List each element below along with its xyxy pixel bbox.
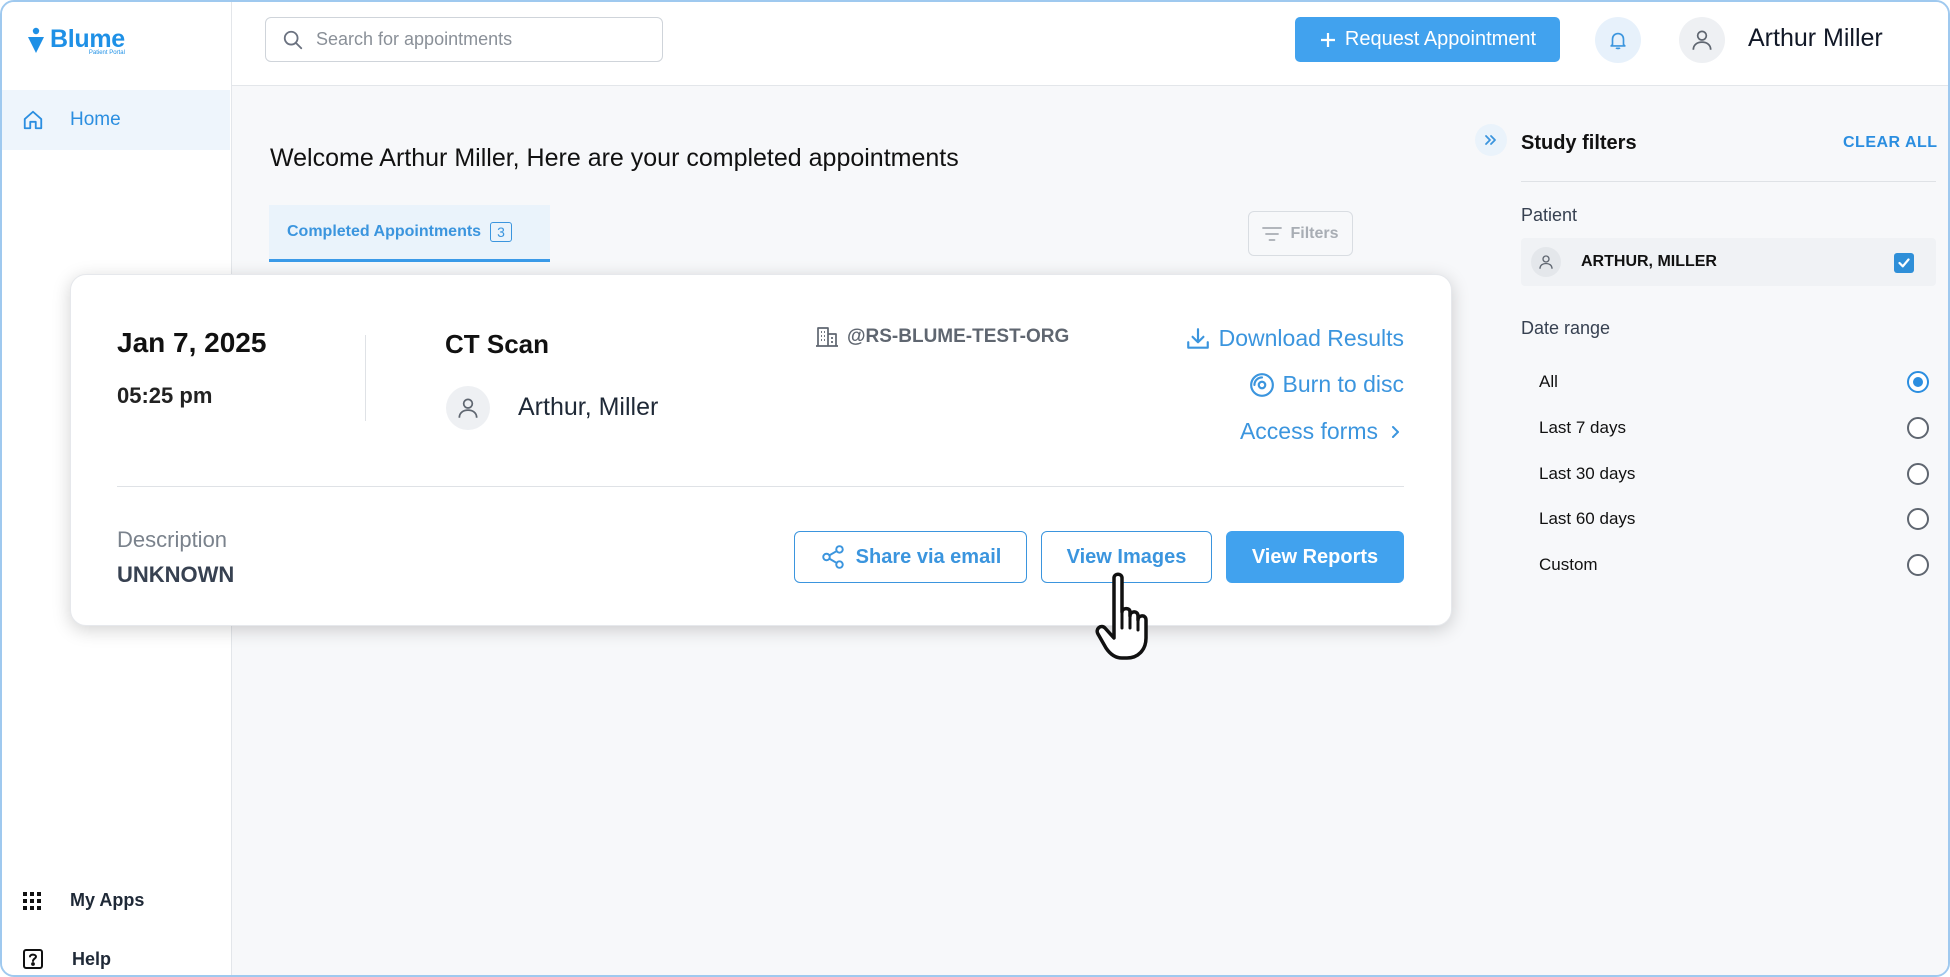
study-filters-title: Study filters: [1521, 132, 1637, 154]
access-forms-link[interactable]: Access forms: [1240, 418, 1404, 445]
date-range-label: Date range: [1521, 318, 1611, 338]
user-icon: [458, 398, 478, 418]
collapse-panel-button[interactable]: [1475, 124, 1507, 156]
patient-avatar: [1531, 247, 1561, 277]
search-icon: [283, 30, 303, 49]
date-option-label: Last 30 days: [1539, 464, 1636, 483]
access-forms-label: Access forms: [1239, 418, 1378, 444]
date-option-label: All: [1539, 372, 1558, 391]
radio-button[interactable]: [1907, 508, 1929, 530]
tab-label: Completed Appointments: [287, 223, 482, 240]
user-avatar[interactable]: [1679, 17, 1725, 63]
divider: [117, 486, 1404, 487]
tab-count-badge: 3: [490, 222, 512, 242]
filter-icon: [1262, 226, 1283, 241]
date-option-label: Last 60 days: [1539, 509, 1636, 528]
view-reports-button[interactable]: View Reports: [1226, 531, 1404, 583]
bell-icon: [1610, 32, 1626, 50]
date-option-custom[interactable]: Custom: [1539, 551, 1929, 579]
sidebar-item-my-apps[interactable]: My Apps: [22, 890, 144, 911]
share-via-email-button[interactable]: Share via email: [794, 531, 1027, 583]
building-icon: [816, 327, 838, 347]
date-option-last-7-days[interactable]: Last 7 days: [1539, 414, 1929, 442]
radio-button[interactable]: [1907, 554, 1929, 576]
home-icon: [23, 110, 43, 130]
burn-to-disc-label: Burn to disc: [1282, 371, 1404, 397]
date-option-label: Custom: [1539, 555, 1598, 574]
app-window: Blume Patient Portal Home My Apps Help S…: [0, 0, 1950, 977]
filters-label: Filters: [1290, 224, 1339, 242]
check-icon: [1898, 258, 1910, 268]
appointment-date: Jan 7, 2025: [117, 327, 267, 358]
appointment-card: Jan 7, 2025 05:25 pm CT Scan Arthur, Mil…: [70, 274, 1452, 626]
appointment-time: 05:25 pm: [117, 383, 213, 408]
blume-logo-icon: [28, 27, 44, 53]
sidebar-item-label: Help: [72, 948, 112, 969]
sidebar-item-label: Home: [70, 109, 121, 130]
date-option-all[interactable]: All: [1539, 368, 1929, 396]
patient-section-label: Patient: [1521, 205, 1578, 225]
top-bar: Request Appointment Arthur Miller: [232, 2, 1948, 86]
request-appointment-label: Request Appointment: [1344, 28, 1537, 50]
radio-button[interactable]: [1907, 417, 1929, 439]
sidebar-item-help[interactable]: Help: [22, 948, 111, 970]
chevron-right-icon: [1392, 425, 1399, 438]
date-option-label: Last 7 days: [1539, 418, 1626, 437]
app-subtitle: Patient Portal: [88, 50, 125, 56]
help-icon: [23, 949, 43, 969]
divider: [1521, 181, 1936, 182]
download-icon: [1186, 327, 1209, 349]
view-reports-label: View Reports: [1251, 545, 1379, 568]
search-box[interactable]: [265, 17, 663, 62]
logo: Blume Patient Portal: [26, 26, 125, 56]
sidebar-item-home[interactable]: Home: [2, 90, 230, 150]
description-value: UNKNOWN: [117, 562, 235, 587]
download-results-label: Download Results: [1218, 325, 1404, 351]
patient-filter-name: ARTHUR, MILLER: [1581, 253, 1717, 270]
disc-icon: [1249, 372, 1274, 397]
view-images-button[interactable]: View Images: [1041, 531, 1212, 583]
search-input[interactable]: [316, 29, 636, 50]
description-label: Description: [117, 527, 228, 552]
patient-checkbox[interactable]: [1894, 253, 1914, 273]
patient-name: Arthur, Miller: [518, 393, 659, 421]
radio-button[interactable]: [1907, 371, 1929, 393]
download-results-link[interactable]: Download Results: [1185, 325, 1404, 352]
tab-completed-appointments[interactable]: Completed Appointments 3: [269, 205, 550, 262]
burn-to-disc-link[interactable]: Burn to disc: [1249, 371, 1404, 398]
date-option-last-30-days[interactable]: Last 30 days: [1539, 460, 1929, 488]
patient-avatar: [446, 386, 490, 430]
patient-filter-row[interactable]: ARTHUR, MILLER: [1521, 238, 1936, 286]
share-via-email-label: Share via email: [855, 545, 1002, 568]
double-chevron-right-icon: [1485, 135, 1496, 145]
radio-button[interactable]: [1907, 463, 1929, 485]
view-images-label: View Images: [1066, 545, 1187, 568]
user-name[interactable]: Arthur Miller: [1748, 24, 1883, 53]
share-icon: [821, 545, 844, 569]
clear-all-button[interactable]: CLEAR ALL: [1843, 134, 1938, 152]
user-icon: [1539, 255, 1553, 269]
sidebar-item-label: My Apps: [70, 890, 145, 910]
organization: @RS-BLUME-TEST-ORG: [815, 325, 1069, 349]
page-title: Welcome Arthur Miller, Here are your com…: [270, 144, 959, 172]
filters-button[interactable]: Filters: [1248, 211, 1353, 256]
divider: [365, 335, 366, 421]
notifications-button[interactable]: [1595, 17, 1641, 63]
apps-grid-icon: [23, 891, 41, 910]
organization-name: @RS-BLUME-TEST-ORG: [847, 326, 1070, 347]
study-name: CT Scan: [445, 329, 550, 359]
request-appointment-button[interactable]: Request Appointment: [1295, 17, 1560, 62]
app-name: Blume: [50, 25, 125, 53]
user-icon: [1692, 30, 1712, 50]
date-option-last-60-days[interactable]: Last 60 days: [1539, 505, 1929, 533]
plus-icon: [1320, 32, 1335, 47]
